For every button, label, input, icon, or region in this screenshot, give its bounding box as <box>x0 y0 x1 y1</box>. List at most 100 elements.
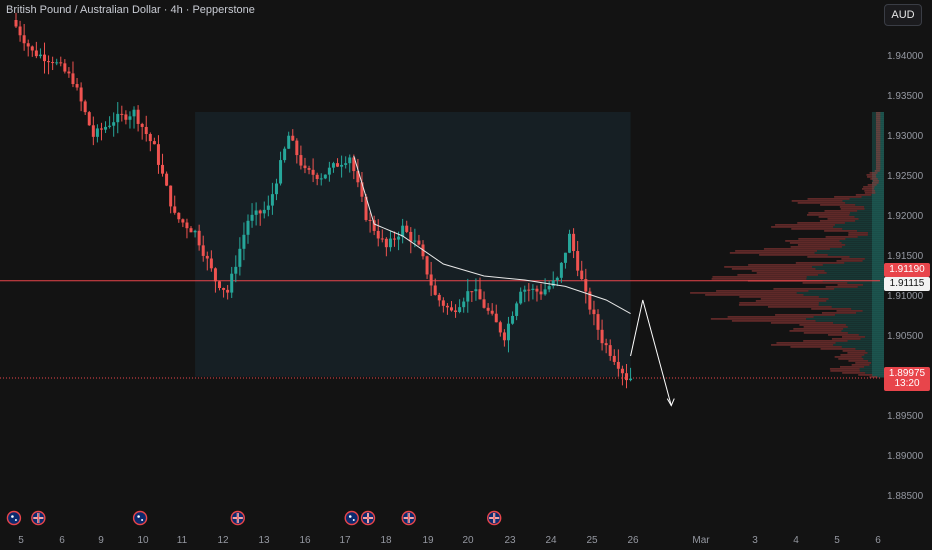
price-tick-label: 1.94000 <box>887 51 924 62</box>
time-tick-label: 10 <box>137 535 149 546</box>
profile-bin <box>880 116 884 118</box>
candle-body <box>71 73 75 85</box>
profile-bin <box>880 166 884 168</box>
candle-body <box>120 113 124 115</box>
candle-body <box>417 240 421 245</box>
profile-bin <box>835 342 884 344</box>
profile-bin <box>876 124 881 126</box>
economic-events[interactable] <box>6 510 502 526</box>
profile-bin <box>845 238 884 240</box>
profile-bin <box>847 282 884 284</box>
candle-body <box>83 101 87 113</box>
time-axis[interactable]: 5 6 9 10 11 12 13 16 17 18 19 20 23 24 25 26 Mar 3 4 5 6 <box>18 535 881 546</box>
profile-bin <box>880 136 884 138</box>
time-tick-label: 23 <box>504 535 516 546</box>
profile-bin <box>798 238 846 240</box>
profile-bin <box>847 326 884 328</box>
profile-bin <box>876 114 881 116</box>
candle-body <box>38 54 42 57</box>
profile-bin <box>738 304 819 306</box>
profile-bin <box>880 150 884 152</box>
candle-body <box>136 109 140 124</box>
candle-body <box>254 210 258 215</box>
time-tick-label: 17 <box>339 535 351 546</box>
profile-bin <box>857 286 884 288</box>
profile-bin <box>880 142 884 144</box>
candle-body <box>608 345 612 356</box>
profile-bin <box>773 288 835 290</box>
profile-bin <box>842 350 866 352</box>
profile-bin <box>876 146 881 148</box>
profile-bin <box>863 186 875 188</box>
profile-bin <box>759 254 828 256</box>
currency-button[interactable]: AUD <box>884 4 922 26</box>
candle-body <box>55 62 59 64</box>
profile-bin <box>876 130 881 132</box>
profile-bin <box>876 176 884 178</box>
profile-bin <box>861 188 875 190</box>
profile-bin <box>817 250 884 252</box>
profile-bin <box>880 160 884 162</box>
flag-au-icon[interactable] <box>132 510 148 526</box>
time-tick-label: 6 <box>59 535 65 546</box>
flag-uk-icon[interactable] <box>230 510 245 526</box>
candle-body <box>478 289 482 300</box>
price-tick-label: 1.90500 <box>887 331 924 342</box>
candle-body <box>625 373 628 381</box>
profile-bin <box>842 228 884 230</box>
profile-bin <box>797 244 846 246</box>
candle-body <box>576 251 580 271</box>
profile-bin <box>866 174 877 176</box>
candle-body <box>535 288 539 292</box>
profile-bin <box>876 144 881 146</box>
flag-uk-icon[interactable] <box>486 510 502 526</box>
candle-body <box>189 228 193 233</box>
candle-body <box>270 194 274 206</box>
flag-uk-icon[interactable] <box>31 510 46 526</box>
candle-body <box>572 233 576 252</box>
profile-bin <box>822 264 884 266</box>
profile-bin <box>880 124 884 126</box>
profile-bin <box>876 160 881 162</box>
flag-uk-icon[interactable] <box>360 510 376 526</box>
candle-body <box>547 286 551 290</box>
profile-bin <box>864 258 884 260</box>
profile-bin <box>876 132 881 134</box>
candle-body <box>592 309 596 315</box>
flag-au-icon[interactable] <box>344 510 359 526</box>
profile-bin <box>791 228 843 230</box>
candle-body <box>258 210 262 214</box>
flag-uk-icon[interactable] <box>401 510 416 526</box>
candle-body <box>124 114 128 120</box>
profile-bin <box>867 352 884 354</box>
projection-arrow <box>630 299 675 407</box>
candle-body <box>201 245 205 256</box>
profile-bin <box>842 336 866 338</box>
profile-bin <box>849 198 884 200</box>
profile-bin <box>748 264 823 266</box>
profile-bin <box>876 116 881 118</box>
candle-body <box>596 314 600 330</box>
profile-bin <box>827 218 859 220</box>
candle-body <box>384 238 388 248</box>
profile-bin <box>864 354 884 356</box>
candle-body <box>527 289 531 291</box>
profile-bin <box>818 216 855 218</box>
profile-bin <box>803 326 848 328</box>
profile-bin <box>849 214 884 216</box>
candle-body <box>75 84 79 88</box>
time-tick-label: 6 <box>875 535 881 546</box>
candle-body <box>169 185 173 207</box>
profile-bin <box>797 222 845 224</box>
candle-body <box>580 270 584 280</box>
profile-bin <box>857 230 884 232</box>
profile-bin <box>867 176 877 178</box>
profile-bin <box>739 296 819 298</box>
profile-bin <box>862 310 884 312</box>
flag-circle <box>132 510 148 526</box>
candlestick-chart[interactable]: 1.94000 1.93500 1.93000 1.92500 1.92000 1.915… <box>0 0 932 550</box>
profile-bin <box>821 312 857 314</box>
profile-bin <box>864 208 884 210</box>
profile-bin <box>877 178 884 180</box>
flag-au-icon[interactable] <box>6 510 22 526</box>
